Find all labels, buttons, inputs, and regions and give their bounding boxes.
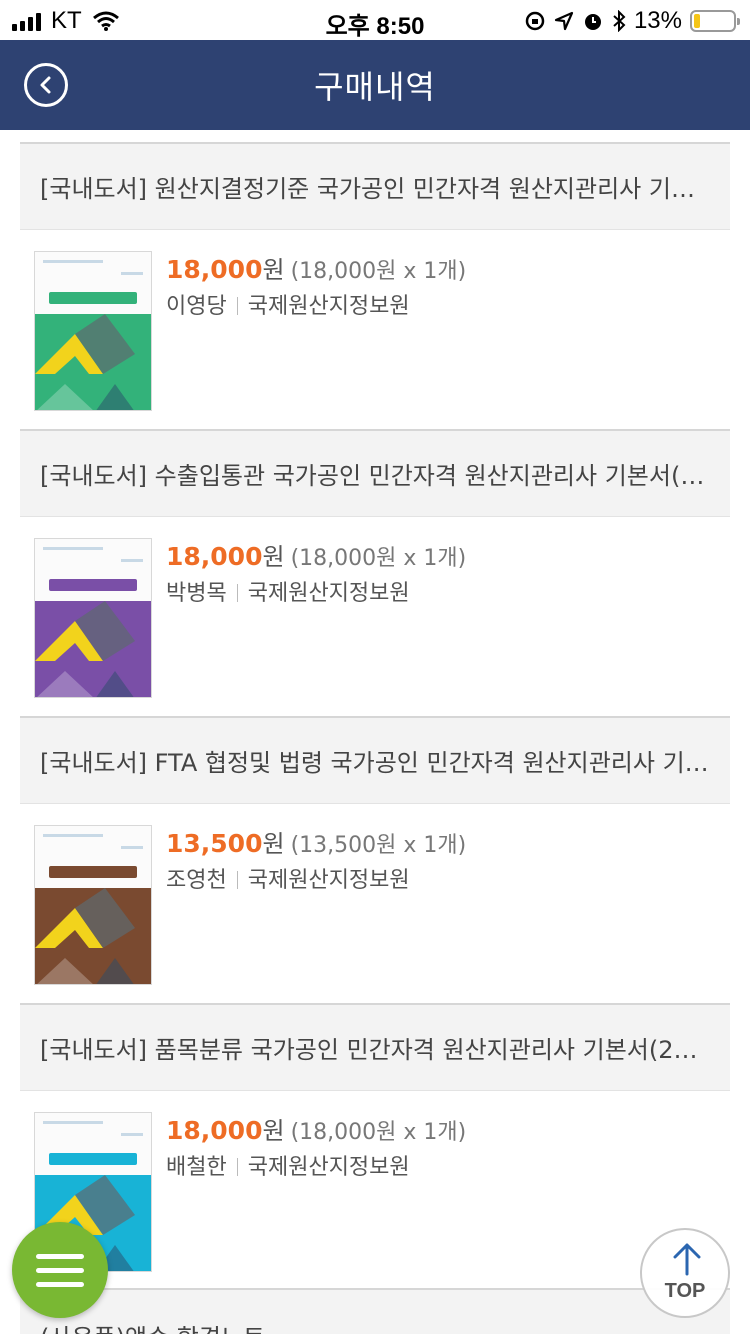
divider <box>236 871 238 889</box>
alarm-icon <box>584 14 601 30</box>
publisher: 국제원산지정보원 <box>247 1155 410 1180</box>
order-list: [국내도서] 원산지결정기준 국가공인 민간자격 원산지관리사 기본… 18,0… <box>20 142 730 1290</box>
divider <box>236 584 238 602</box>
price-unit: 원 <box>262 830 285 858</box>
order-item: [국내도서] 품목분류 국가공인 민간자격 원산지관리사 기본서(2020) 1… <box>20 1003 730 1290</box>
meta-row: 조영천 국제원산지정보원 <box>166 862 410 894</box>
book-cover[interactable] <box>34 251 152 411</box>
order-body: 18,000원 (18,000원 x 1개) 배철한 국제원산지정보원 <box>20 1091 730 1290</box>
top-label: TOP <box>664 1280 706 1302</box>
order-title-text: [국내도서] 원산지결정기준 국가공인 민간자격 원산지관리사 기본… <box>40 175 710 203</box>
order-title-text: [국내도서] FTA 협정및 법령 국가공인 민간자격 원산지관리사 기… <box>40 749 709 777</box>
order-title-partial[interactable]: (사은품)액슨 합격노트 <box>20 1288 730 1334</box>
publisher: 국제원산지정보원 <box>247 868 410 893</box>
order-title-text: [국내도서] 수출입통관 국가공인 민간자격 원산지관리사 기본서(2… <box>40 462 710 490</box>
price-detail: (13,500원 x 1개) <box>290 833 467 858</box>
order-body: 18,000원 (18,000원 x 1개) 이영당 국제원산지정보원 <box>20 230 730 429</box>
price: 18,000 <box>166 255 263 284</box>
app-header: 구매내역 <box>0 40 750 130</box>
arrow-up-icon <box>673 1243 701 1276</box>
price-unit: 원 <box>262 1117 285 1145</box>
order-body: 13,500원 (13,500원 x 1개) 조영천 국제원산지정보원 <box>20 804 730 1003</box>
book-cover[interactable] <box>34 825 152 985</box>
author: 조영천 <box>166 868 227 893</box>
meta-row: 박병목 국제원산지정보원 <box>166 575 410 607</box>
battery-percent: 13% <box>633 7 682 34</box>
scroll-top-button[interactable]: TOP <box>640 1228 730 1318</box>
price-row: 13,500원 (13,500원 x 1개) <box>166 824 466 859</box>
order-title[interactable]: [국내도서] FTA 협정및 법령 국가공인 민간자격 원산지관리사 기… <box>20 716 730 804</box>
price: 18,000 <box>166 1116 263 1145</box>
order-title[interactable]: [국내도서] 품목분류 국가공인 민간자격 원산지관리사 기본서(2020) <box>20 1003 730 1091</box>
battery-icon <box>690 10 740 32</box>
book-cover[interactable] <box>34 538 152 698</box>
divider <box>236 1158 238 1176</box>
status-right: 13% <box>524 7 740 35</box>
price-detail: (18,000원 x 1개) <box>290 1120 467 1145</box>
menu-button[interactable] <box>12 1222 108 1318</box>
author: 배철한 <box>166 1155 227 1180</box>
status-bar: KT 오후 8:50 13% <box>0 0 750 40</box>
rotation-lock-icon <box>525 11 545 31</box>
order-item: [국내도서] 원산지결정기준 국가공인 민간자격 원산지관리사 기본… 18,0… <box>20 142 730 429</box>
publisher: 국제원산지정보원 <box>247 581 410 606</box>
author: 이영당 <box>166 294 227 319</box>
location-icon <box>554 11 574 31</box>
page: KT 오후 8:50 13% 구매내역 [국내도서] 원산지결정기준 국가공인 … <box>0 0 750 1334</box>
publisher: 국제원산지정보원 <box>247 294 410 319</box>
price-detail: (18,000원 x 1개) <box>290 259 467 284</box>
bluetooth-icon <box>613 10 626 32</box>
page-title: 구매내역 <box>314 68 436 106</box>
price: 18,000 <box>166 542 263 571</box>
price-row: 18,000원 (18,000원 x 1개) <box>166 537 466 572</box>
price-unit: 원 <box>262 256 285 284</box>
divider <box>236 297 238 315</box>
price-detail: (18,000원 x 1개) <box>290 546 467 571</box>
price-unit: 원 <box>262 543 285 571</box>
order-item: [국내도서] 수출입통관 국가공인 민간자격 원산지관리사 기본서(2… 18,… <box>20 429 730 716</box>
price-row: 18,000원 (18,000원 x 1개) <box>166 1111 466 1146</box>
price: 13,500 <box>166 829 263 858</box>
order-body: 18,000원 (18,000원 x 1개) 박병목 국제원산지정보원 <box>20 517 730 716</box>
meta-row: 배철한 국제원산지정보원 <box>166 1149 410 1181</box>
order-title[interactable]: [국내도서] 수출입통관 국가공인 민간자격 원산지관리사 기본서(2… <box>20 429 730 517</box>
price-row: 18,000원 (18,000원 x 1개) <box>166 250 466 285</box>
meta-row: 이영당 국제원산지정보원 <box>166 288 410 320</box>
author: 박병목 <box>166 581 227 606</box>
order-title[interactable]: [국내도서] 원산지결정기준 국가공인 민간자격 원산지관리사 기본… <box>20 142 730 230</box>
order-item: [국내도서] FTA 협정및 법령 국가공인 민간자격 원산지관리사 기… 13… <box>20 716 730 1003</box>
order-title-text: [국내도서] 품목분류 국가공인 민간자격 원산지관리사 기본서(2020) <box>40 1036 710 1064</box>
